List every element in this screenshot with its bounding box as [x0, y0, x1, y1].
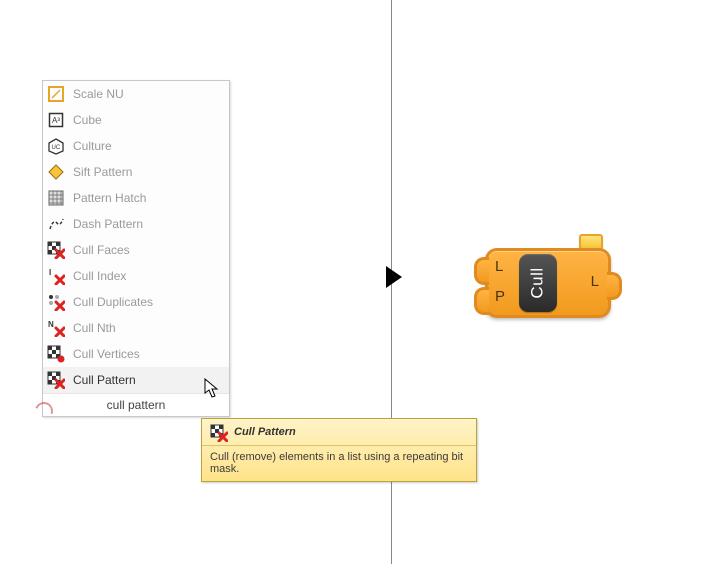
menu-item-label: Pattern Hatch	[73, 191, 225, 205]
tooltip-title: Cull Pattern	[234, 426, 296, 438]
input-port-L[interactable]	[474, 257, 489, 285]
search-row	[43, 393, 229, 416]
menu-item-pattern-hatch[interactable]: Pattern Hatch	[43, 185, 229, 211]
menu-item-label: Cull Vertices	[73, 347, 225, 361]
svg-text:I: I	[49, 268, 51, 277]
menu-item-cull-faces[interactable]: Cull Faces	[43, 237, 229, 263]
menu-item-cull-nth[interactable]: N Cull Nth	[43, 315, 229, 341]
menu-item-label: Culture	[73, 139, 225, 153]
menu-item-label: Cube	[73, 113, 225, 127]
sift-pattern-icon	[47, 163, 65, 181]
cull-duplicates-icon	[47, 293, 65, 311]
input-port-P[interactable]	[474, 287, 489, 315]
cull-vertices-icon	[47, 345, 65, 363]
cull-pattern-icon	[47, 371, 65, 389]
pattern-hatch-icon	[47, 189, 65, 207]
menu-item-dash-pattern[interactable]: Dash Pattern	[43, 211, 229, 237]
menu-item-label: Sift Pattern	[73, 165, 225, 179]
direction-arrow-icon	[386, 266, 402, 288]
menu-item-label: Cull Index	[73, 269, 225, 283]
menu-item-cull-vertices[interactable]: Cull Vertices	[43, 341, 229, 367]
menu-item-label: Cull Duplicates	[73, 295, 225, 309]
output-port-L[interactable]	[607, 272, 622, 300]
tooltip-description: Cull (remove) elements in a list using a…	[202, 446, 476, 481]
cull-pattern-icon	[210, 424, 226, 440]
cull-index-icon: I	[47, 267, 65, 285]
menu-item-culture[interactable]: UC Culture	[43, 133, 229, 159]
menu-item-scale-nu[interactable]: Scale NU	[43, 81, 229, 107]
menu-item-label: Dash Pattern	[73, 217, 225, 231]
cube-icon: A³	[47, 111, 65, 129]
component-search-input[interactable]	[43, 397, 229, 413]
menu-item-cull-duplicates[interactable]: Cull Duplicates	[43, 289, 229, 315]
menu-item-cull-pattern[interactable]: Cull Pattern	[43, 367, 229, 393]
menu-item-cube[interactable]: A³ Cube	[43, 107, 229, 133]
svg-text:A³: A³	[52, 116, 60, 125]
output-label-L: L	[591, 273, 599, 290]
cull-nth-icon: N	[47, 319, 65, 337]
svg-text:N: N	[48, 320, 54, 329]
grasshopper-canvas[interactable]: Scale NU A³ Cube UC Culture Sift Pattern…	[0, 0, 712, 564]
input-label-L: L	[495, 258, 503, 275]
component-tooltip: Cull Pattern Cull (remove) elements in a…	[201, 418, 477, 482]
menu-item-sift-pattern[interactable]: Sift Pattern	[43, 159, 229, 185]
menu-item-label: Cull Pattern	[73, 373, 225, 387]
cull-faces-icon	[47, 241, 65, 259]
input-label-P: P	[495, 288, 505, 305]
menu-item-label: Cull Nth	[73, 321, 225, 335]
dash-pattern-icon	[47, 215, 65, 233]
component-name: Cull	[528, 267, 548, 298]
svg-text:UC: UC	[52, 145, 61, 151]
culture-icon: UC	[47, 137, 65, 155]
scale-nu-icon	[47, 85, 65, 103]
menu-item-label: Scale NU	[73, 87, 225, 101]
cull-component-node[interactable]: L P L Cull	[485, 248, 611, 318]
component-name-plate: Cull	[519, 254, 557, 312]
menu-item-cull-index[interactable]: I Cull Index	[43, 263, 229, 289]
component-search-popup: Scale NU A³ Cube UC Culture Sift Pattern…	[42, 80, 230, 417]
menu-item-label: Cull Faces	[73, 243, 225, 257]
